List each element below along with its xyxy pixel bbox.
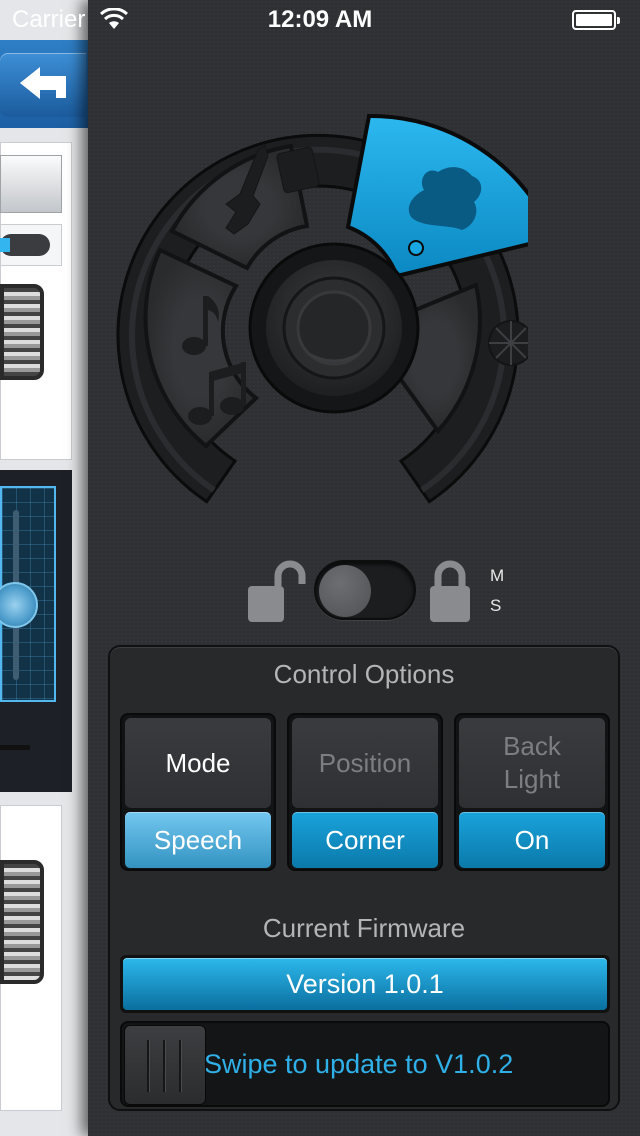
- swipe-to-update-slider[interactable]: Swipe to update to V1.0.2: [120, 1021, 610, 1107]
- lock-icon: [430, 560, 470, 622]
- backlight-label-line1: Back: [503, 731, 561, 761]
- s-label: S: [490, 596, 502, 615]
- battery-icon: [572, 10, 620, 30]
- mode-value-button[interactable]: Speech: [125, 812, 271, 868]
- backlight-label: Back Light: [459, 718, 605, 808]
- m-label: M: [490, 566, 505, 585]
- wheel-center-button[interactable]: [296, 290, 372, 366]
- background-knob[interactable]: [0, 284, 44, 380]
- firmware-version-text: Version 1.0.1: [123, 958, 607, 1010]
- control-options-title: Control Options: [273, 659, 455, 689]
- background-progress: [0, 234, 50, 256]
- background-knob-2[interactable]: [0, 860, 44, 984]
- disco-ball-icon: [488, 320, 528, 366]
- control-options-panel: Control Options Mode Speech Position Cor…: [108, 645, 620, 1111]
- unlock-icon: [248, 560, 306, 622]
- selection-indicator-dot: [408, 240, 424, 256]
- status-bar: Carrier 12:09 AM: [0, 0, 640, 40]
- swipe-handle[interactable]: [124, 1025, 206, 1105]
- background-divider: [0, 745, 30, 750]
- position-label: Position: [292, 718, 438, 808]
- back-arrow-icon: [20, 67, 66, 99]
- position-option[interactable]: Position Corner: [287, 713, 443, 871]
- lock-toggle-thumb[interactable]: [319, 565, 371, 617]
- lock-toggle[interactable]: [314, 560, 416, 620]
- background-bar: [0, 155, 62, 213]
- position-value-button[interactable]: Corner: [292, 812, 438, 868]
- backlight-value-button[interactable]: On: [459, 812, 605, 868]
- mode-wheel: [116, 113, 528, 504]
- back-button[interactable]: [0, 53, 86, 117]
- firmware-version-display: Version 1.0.1: [120, 955, 610, 1013]
- background-app-screen: [0, 0, 90, 1136]
- lock-control: M S: [246, 556, 516, 626]
- mode-label: Mode: [125, 718, 271, 808]
- current-firmware-title: Current Firmware: [262, 913, 466, 943]
- mode-option[interactable]: Mode Speech: [120, 713, 276, 871]
- status-time: 12:09 AM: [267, 6, 373, 33]
- backlight-label-line2: Light: [503, 764, 561, 794]
- backlight-option[interactable]: Back Light On: [454, 713, 610, 871]
- swipe-to-update-text: Swipe to update to V1.0.2: [204, 1048, 514, 1079]
